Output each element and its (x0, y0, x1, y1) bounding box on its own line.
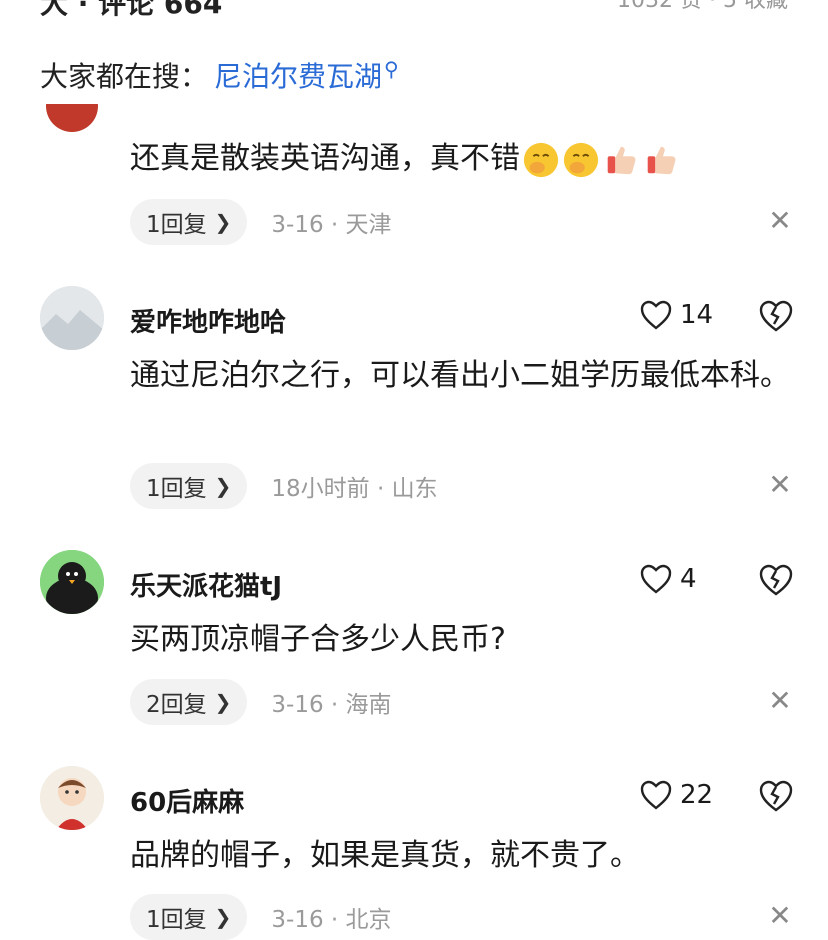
comment-meta: 1回复 ❯ 3-16 · 天津 (130, 199, 392, 245)
chevron-right-icon: ❯ (214, 905, 232, 929)
username[interactable]: 爱咋地咋地哈 (130, 302, 286, 339)
broken-heart-icon[interactable] (758, 779, 794, 813)
comments-header-title: 大 · 评论 664 (40, 0, 223, 20)
close-icon[interactable]: ✕ (766, 204, 794, 237)
reply-button[interactable]: 1回复 ❯ (130, 894, 248, 940)
post-stats: 1032 赞 · 5 收藏 (617, 0, 788, 13)
reply-button[interactable]: 1回复 ❯ (130, 463, 248, 509)
comment-text: 通过尼泊尔之行，可以看出小二姐学历最低本科。 (130, 358, 790, 393)
search-icon: ⚲ (384, 57, 399, 81)
grinning-hand-over-mouth-emoji-icon (563, 142, 599, 177)
username[interactable]: 60后麻麻 (130, 782, 244, 819)
broken-heart-icon[interactable] (758, 299, 794, 333)
like-button[interactable]: 14 (640, 300, 713, 330)
reply-label: 1回复 (146, 476, 207, 502)
like-count: 4 (680, 564, 697, 594)
broken-heart-icon[interactable] (758, 563, 794, 597)
thumbs-up-emoji-icon (607, 146, 636, 174)
reply-button[interactable]: 2回复 ❯ (130, 679, 248, 725)
like-button[interactable]: 4 (640, 564, 697, 594)
like-button[interactable]: 22 (640, 780, 713, 810)
heart-icon (640, 780, 672, 810)
reply-button[interactable]: 1回复 ❯ (130, 199, 248, 245)
comment-text: 品牌的帽子，如果是真货，就不贵了。 (130, 838, 640, 873)
heart-icon (640, 564, 672, 594)
like-count: 14 (680, 300, 714, 330)
avatar[interactable] (40, 286, 104, 350)
time-location: 3-16 · 天津 (271, 212, 392, 238)
thumbs-up-emoji-icon (647, 146, 676, 174)
time-location: 3-16 · 北京 (271, 907, 392, 933)
reply-label: 2回复 (146, 692, 207, 718)
comment-meta: 1回复 ❯ 18小时前 · 山东 (130, 463, 438, 509)
avatar[interactable] (46, 104, 98, 132)
time-location: 3-16 · 海南 (271, 692, 392, 718)
like-count: 22 (680, 780, 714, 810)
search-suggestion-prefix: 大家都在搜： (40, 60, 209, 93)
avatar[interactable] (40, 766, 104, 830)
reply-label: 1回复 (146, 907, 207, 933)
chevron-right-icon: ❯ (214, 474, 232, 498)
comment-meta: 2回复 ❯ 3-16 · 海南 (130, 679, 392, 725)
chevron-right-icon: ❯ (214, 690, 232, 714)
close-icon[interactable]: ✕ (766, 899, 794, 932)
comment-meta: 1回复 ❯ 3-16 · 北京 (130, 894, 392, 940)
avatar[interactable] (40, 550, 104, 614)
search-suggestion-keyword[interactable]: 尼泊尔费瓦湖 (214, 55, 382, 95)
close-icon[interactable]: ✕ (766, 468, 794, 501)
heart-icon (640, 300, 672, 330)
search-suggestion[interactable]: 大家都在搜： 尼泊尔费瓦湖 ⚲ (40, 55, 399, 95)
comment-text: 还真是散装英语沟通，真不错 (130, 136, 790, 182)
comment-text: 买两顶凉帽子合多少人民币? (130, 622, 506, 657)
username[interactable]: 乐天派花猫tJ (130, 566, 282, 603)
reply-label: 1回复 (146, 212, 207, 238)
chevron-right-icon: ❯ (214, 210, 232, 234)
close-icon[interactable]: ✕ (766, 684, 794, 717)
time-location: 18小时前 · 山东 (271, 476, 438, 502)
grinning-hand-over-mouth-emoji-icon (523, 142, 559, 177)
